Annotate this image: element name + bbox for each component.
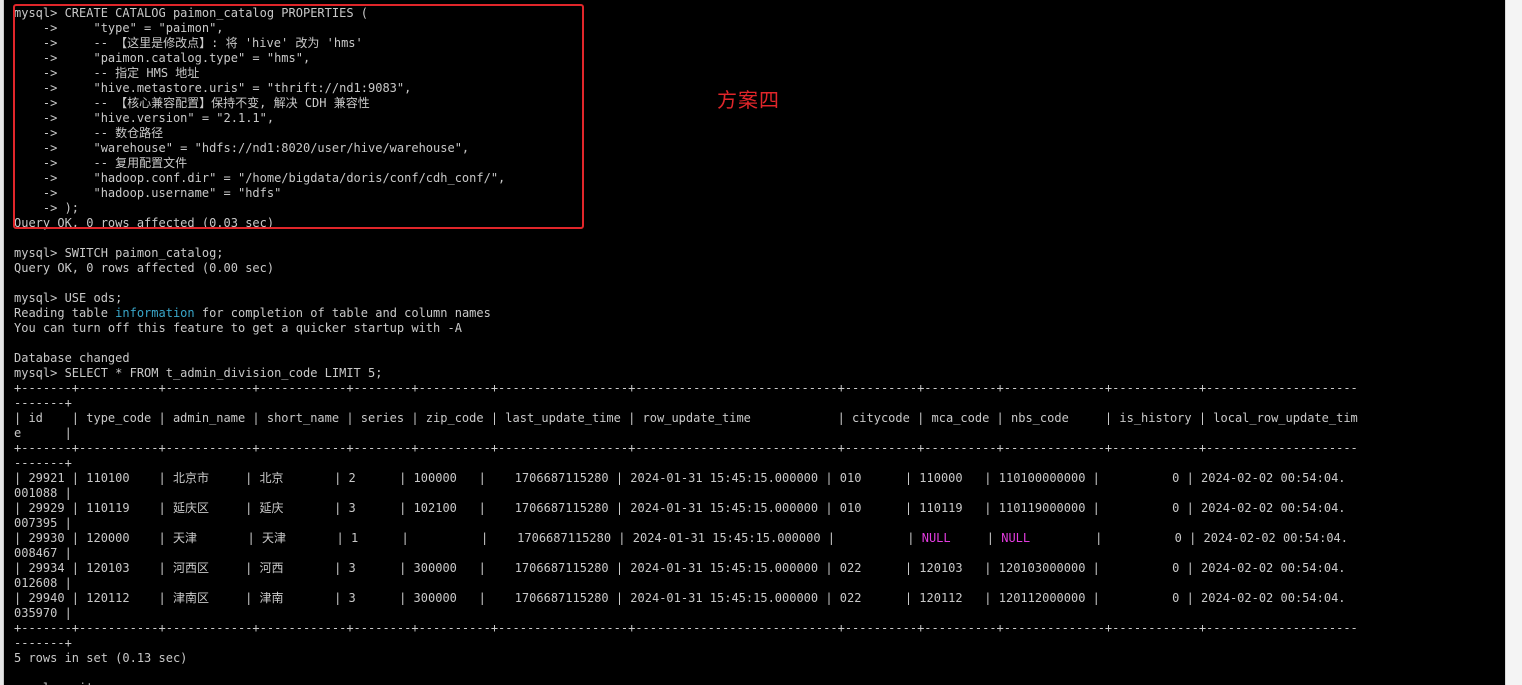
terminal-line: +-------+-----------+------------+------… (14, 441, 1358, 455)
terminal-line: | 29921 | 110100 | 北京市 | 北京 | 2 | 100000… (14, 471, 1346, 485)
terminal-line: 007395 | (14, 516, 72, 530)
terminal-text-segment: | 29930 | 120000 | 天津 | 天津 | 1 | | 17066… (14, 531, 922, 545)
terminal-line: Database changed (14, 351, 130, 365)
terminal-line: | 29934 | 120103 | 河西区 | 河西 | 3 | 300000… (14, 561, 1346, 575)
terminal-line: mysql> USE ods; (14, 291, 123, 305)
terminal-line: -> "hadoop.conf.dir" = "/home/bigdata/do… (14, 171, 506, 185)
terminal-line: 5 rows in set (0.13 sec) (14, 651, 188, 665)
highlighted-keyword: information (115, 306, 195, 320)
terminal-line: | 29940 | 120112 | 津南区 | 津南 | 3 | 300000… (14, 591, 1346, 605)
terminal-line: -> -- 复用配置文件 (14, 156, 188, 170)
terminal-window[interactable]: mysql> CREATE CATALOG paimon_catalog PRO… (4, 0, 1505, 685)
terminal-text-segment: for completion of table and column names (194, 306, 491, 320)
terminal-line: | id | type_code | admin_name | short_na… (14, 411, 1358, 425)
terminal-line: Query OK, 0 rows affected (0.00 sec) (14, 261, 275, 275)
terminal-line: -> -- 【核心兼容配置】保持不变, 解决 CDH 兼容性 (14, 96, 370, 110)
terminal-line: -> ); (14, 201, 80, 215)
terminal-line: 012608 | (14, 576, 72, 590)
terminal-line: -> "hive.version" = "2.1.1", (14, 111, 275, 125)
terminal-line: +-------+-----------+------------+------… (14, 381, 1358, 395)
terminal-line: mysql> CREATE CATALOG paimon_catalog PRO… (14, 6, 369, 20)
terminal-line: -> -- 数仓路径 (14, 126, 164, 140)
terminal-line: mysql> SELECT * FROM t_admin_division_co… (14, 366, 383, 380)
terminal-line: mysql> SWITCH paimon_catalog; (14, 246, 224, 260)
terminal-line: -> -- 【这里是修改点】: 将 'hive' 改为 'hms' (14, 36, 363, 50)
terminal-line: -> "type" = "paimon", (14, 21, 224, 35)
terminal-line: -> "hive.metastore.uris" = "thrift://nd1… (14, 81, 412, 95)
terminal-line: -------+ (14, 396, 72, 410)
terminal-line: -> "hadoop.username" = "hdfs" (14, 186, 282, 200)
terminal-line: | 29929 | 110119 | 延庆区 | 延庆 | 3 | 102100… (14, 501, 1346, 515)
terminal-line: mysql> exit (14, 681, 1358, 685)
terminal-line: -> "paimon.catalog.type" = "hms", (14, 51, 311, 65)
terminal-line: | 29930 | 120000 | 天津 | 天津 | 1 | | 17066… (14, 531, 1358, 546)
terminal-line: +-------+-----------+------------+------… (14, 621, 1358, 635)
null-value: NULL (921, 531, 951, 545)
null-value: NULL (1001, 531, 1031, 545)
terminal-line: -------+ (14, 456, 72, 470)
terminal-text-segment: | (950, 531, 1002, 545)
terminal-line: Reading table information for completion… (14, 306, 1358, 321)
terminal-line: You can turn off this feature to get a q… (14, 321, 462, 335)
terminal-line: -> -- 指定 HMS 地址 (14, 66, 200, 80)
terminal-line: 001088 | (14, 486, 72, 500)
terminal-text-segment: | 0 | 2024-02-02 00:54:04. (1030, 531, 1349, 545)
terminal-line: 035970 | (14, 606, 72, 620)
terminal-line: -------+ (14, 636, 72, 650)
terminal-line: -> "warehouse" = "hdfs://nd1:8020/user/h… (14, 141, 470, 155)
terminal-line: Query OK, 0 rows affected (0.03 sec) (14, 216, 275, 230)
terminal-text-segment: Reading table (14, 306, 116, 320)
terminal-output: mysql> CREATE CATALOG paimon_catalog PRO… (14, 6, 1358, 685)
terminal-line: e | (14, 426, 72, 440)
annotation-label: 方案四 (717, 88, 780, 112)
terminal-line: 008467 | (14, 546, 72, 560)
window-right-gutter (1505, 0, 1522, 685)
